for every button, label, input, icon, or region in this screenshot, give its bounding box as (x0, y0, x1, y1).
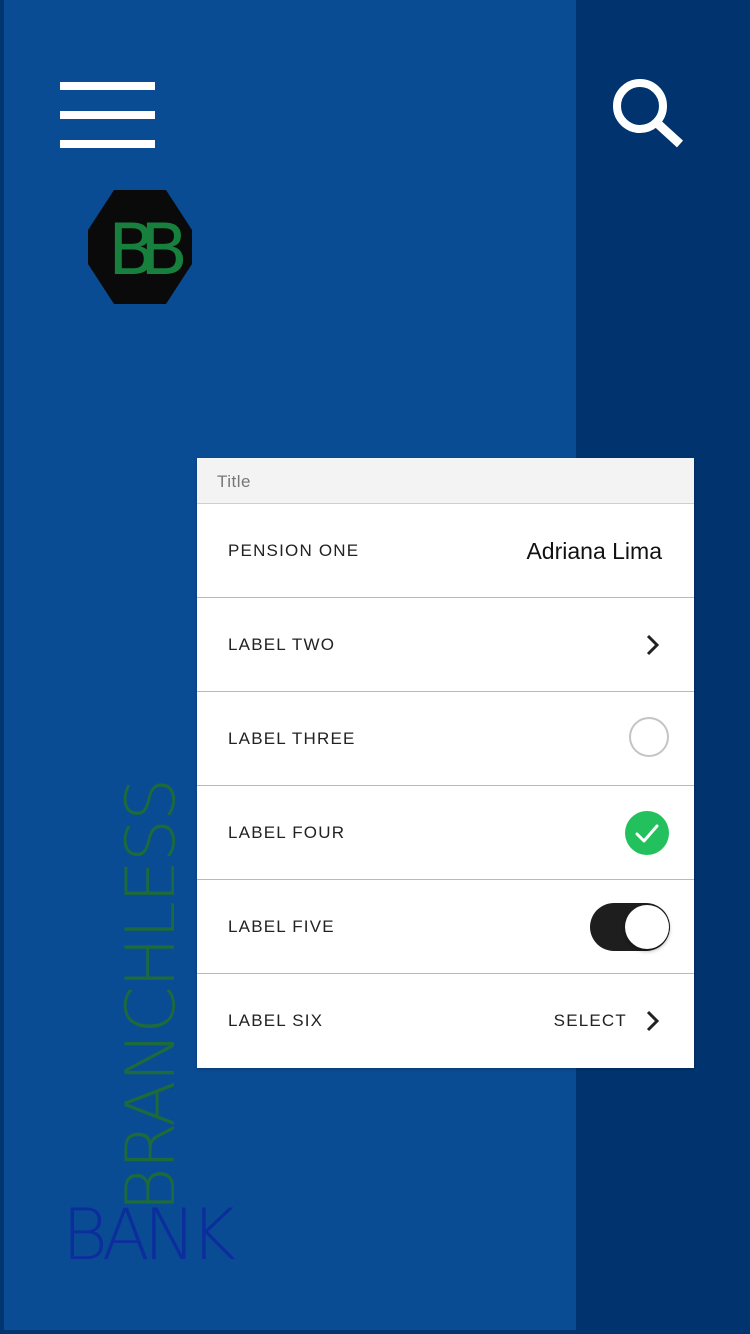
list-row-label-two[interactable]: LABEL TWO (197, 598, 694, 692)
menu-bar-bottom (60, 140, 155, 148)
brand-name-branchless: BRANCHLESS (112, 779, 191, 1212)
row-label: LABEL TWO (228, 635, 336, 654)
chevron-right-icon (646, 634, 660, 656)
radio-unchecked-icon[interactable] (629, 717, 669, 757)
brand-logo: BB (86, 188, 200, 306)
row-label: LABEL FIVE (228, 917, 335, 936)
menu-button[interactable] (60, 80, 156, 150)
chevron-right-icon (646, 1010, 660, 1032)
toggle-switch[interactable] (590, 903, 670, 951)
hamburger-menu-icon (60, 82, 155, 90)
search-button[interactable] (610, 76, 688, 150)
list-row-label-four[interactable]: LABEL FOUR (197, 786, 694, 880)
search-icon (613, 79, 684, 148)
row-label: LABEL SIX (228, 1011, 324, 1030)
brand-name-bank: BANK (62, 1194, 236, 1276)
app-screen: BB BRANCHLESS BANK Title PENSION ONE Adr… (0, 0, 750, 1334)
select-value: SELECT (553, 1011, 627, 1030)
list-row-label-six[interactable]: LABEL SIX SELECT (197, 974, 694, 1068)
list-row-pension-one[interactable]: PENSION ONE Adriana Lima (197, 504, 694, 598)
menu-bar-middle (60, 111, 155, 119)
settings-card: Title PENSION ONE Adriana Lima LABEL TWO… (197, 458, 694, 1068)
row-value: Adriana Lima (526, 538, 662, 564)
list-row-label-three[interactable]: LABEL THREE (197, 692, 694, 786)
toggle-knob (625, 905, 669, 949)
check-circle-icon[interactable] (625, 811, 669, 855)
list-row-label-five[interactable]: LABEL FIVE (197, 880, 694, 974)
card-title: Title (197, 458, 694, 504)
row-label: LABEL FOUR (228, 823, 346, 842)
row-label: LABEL THREE (228, 729, 356, 748)
row-label: PENSION ONE (228, 541, 360, 560)
